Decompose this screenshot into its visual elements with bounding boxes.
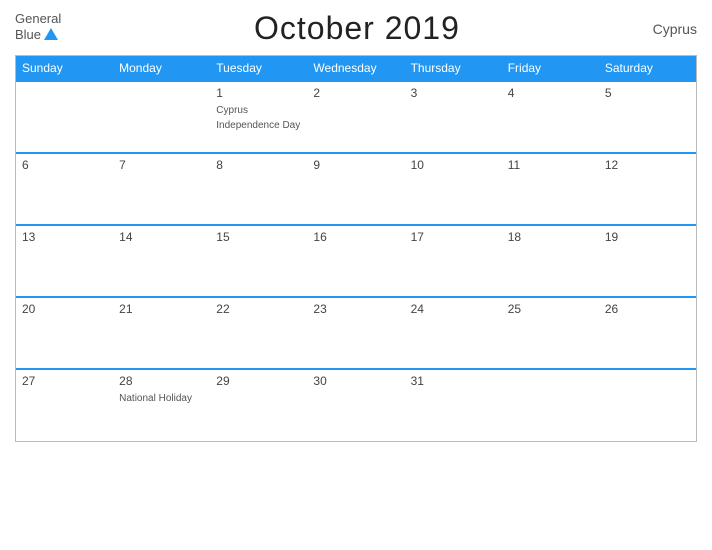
calendar-cell: 8 bbox=[210, 153, 307, 225]
day-number: 10 bbox=[411, 158, 496, 172]
day-number: 22 bbox=[216, 302, 301, 316]
col-saturday: Saturday bbox=[599, 56, 696, 81]
calendar-cell: 1 Cyprus Independence Day bbox=[210, 81, 307, 153]
day-number: 29 bbox=[216, 374, 301, 388]
logo-general-text: General bbox=[15, 12, 61, 26]
calendar-body: 1Cyprus Independence Day2345678910111213… bbox=[16, 81, 696, 441]
calendar-cell: 11 bbox=[502, 153, 599, 225]
day-number: 16 bbox=[313, 230, 398, 244]
day-number: 7 bbox=[119, 158, 204, 172]
day-number: 13 bbox=[22, 230, 107, 244]
day-number: 5 bbox=[605, 86, 690, 100]
calendar-cell: 27 bbox=[16, 369, 113, 441]
page: General Blue October 2019 Cyprus bbox=[0, 0, 712, 550]
day-number: 17 bbox=[411, 230, 496, 244]
logo-triangle-icon bbox=[44, 28, 58, 40]
col-monday: Monday bbox=[113, 56, 210, 81]
calendar-cell: 13 bbox=[16, 225, 113, 297]
day-number: 14 bbox=[119, 230, 204, 244]
day-number: 15 bbox=[216, 230, 301, 244]
calendar-cell: 24 bbox=[405, 297, 502, 369]
day-number: 2 bbox=[313, 86, 398, 100]
calendar-cell: 4 bbox=[502, 81, 599, 153]
day-number: 9 bbox=[313, 158, 398, 172]
calendar-cell: 10 bbox=[405, 153, 502, 225]
calendar-cell bbox=[502, 369, 599, 441]
holiday-label: Cyprus Independence Day bbox=[216, 105, 300, 131]
logo: General Blue bbox=[15, 12, 61, 44]
day-number: 8 bbox=[216, 158, 301, 172]
calendar-cell: 18 bbox=[502, 225, 599, 297]
calendar-cell: 30 bbox=[307, 369, 404, 441]
calendar-cell: 17 bbox=[405, 225, 502, 297]
logo-blue-text: Blue bbox=[15, 28, 41, 42]
col-friday: Friday bbox=[502, 56, 599, 81]
day-number: 30 bbox=[313, 374, 398, 388]
calendar-wrapper: Sunday Monday Tuesday Wednesday Thursday… bbox=[15, 55, 697, 442]
col-wednesday: Wednesday bbox=[307, 56, 404, 81]
calendar-cell: 22 bbox=[210, 297, 307, 369]
calendar-cell: 29 bbox=[210, 369, 307, 441]
day-number: 24 bbox=[411, 302, 496, 316]
calendar-cell bbox=[113, 81, 210, 153]
day-number: 31 bbox=[411, 374, 496, 388]
day-number: 18 bbox=[508, 230, 593, 244]
day-number: 21 bbox=[119, 302, 204, 316]
day-number: 4 bbox=[508, 86, 593, 100]
calendar-cell: 12 bbox=[599, 153, 696, 225]
calendar-cell: 2 bbox=[307, 81, 404, 153]
header: General Blue October 2019 Cyprus bbox=[15, 10, 697, 47]
weekday-row: Sunday Monday Tuesday Wednesday Thursday… bbox=[16, 56, 696, 81]
day-number: 19 bbox=[605, 230, 690, 244]
calendar-week-5: 27 28 National Holiday 29 30 31 bbox=[16, 369, 696, 441]
calendar-cell: 14 bbox=[113, 225, 210, 297]
day-number: 23 bbox=[313, 302, 398, 316]
calendar-week-1: 1 Cyprus Independence Day 2345 bbox=[16, 81, 696, 153]
calendar-cell: 20 bbox=[16, 297, 113, 369]
calendar-cell: 6 bbox=[16, 153, 113, 225]
day-number: 28 bbox=[119, 374, 204, 388]
calendar-cell: 9 bbox=[307, 153, 404, 225]
calendar-cell: 25 bbox=[502, 297, 599, 369]
calendar-cell: 21 bbox=[113, 297, 210, 369]
day-number: 1 bbox=[216, 86, 301, 100]
calendar-week-2: 6789 10 11 12 bbox=[16, 153, 696, 225]
col-sunday: Sunday bbox=[16, 56, 113, 81]
day-number: 11 bbox=[508, 158, 593, 172]
calendar-cell: 15 bbox=[210, 225, 307, 297]
calendar-header: Sunday Monday Tuesday Wednesday Thursday… bbox=[16, 56, 696, 81]
day-number: 25 bbox=[508, 302, 593, 316]
calendar-cell: 16 bbox=[307, 225, 404, 297]
month-title: October 2019 bbox=[254, 10, 460, 47]
calendar-week-4: 20 21 22 23 24 25 26 bbox=[16, 297, 696, 369]
col-tuesday: Tuesday bbox=[210, 56, 307, 81]
calendar-cell bbox=[16, 81, 113, 153]
calendar-cell: 19 bbox=[599, 225, 696, 297]
day-number: 26 bbox=[605, 302, 690, 316]
day-number: 12 bbox=[605, 158, 690, 172]
day-number: 6 bbox=[22, 158, 107, 172]
calendar-cell: 5 bbox=[599, 81, 696, 153]
day-number: 27 bbox=[22, 374, 107, 388]
day-number: 3 bbox=[411, 86, 496, 100]
calendar-cell bbox=[599, 369, 696, 441]
day-number: 20 bbox=[22, 302, 107, 316]
calendar-cell: 23 bbox=[307, 297, 404, 369]
calendar-week-3: 13 14 15 16 17 18 19 bbox=[16, 225, 696, 297]
calendar-cell: 28 National Holiday bbox=[113, 369, 210, 441]
calendar-cell: 7 bbox=[113, 153, 210, 225]
calendar-table: Sunday Monday Tuesday Wednesday Thursday… bbox=[16, 56, 696, 441]
calendar-cell: 31 bbox=[405, 369, 502, 441]
col-thursday: Thursday bbox=[405, 56, 502, 81]
calendar-cell: 26 bbox=[599, 297, 696, 369]
holiday-label: National Holiday bbox=[119, 393, 192, 404]
calendar-cell: 3 bbox=[405, 81, 502, 153]
country-label: Cyprus bbox=[653, 21, 697, 37]
